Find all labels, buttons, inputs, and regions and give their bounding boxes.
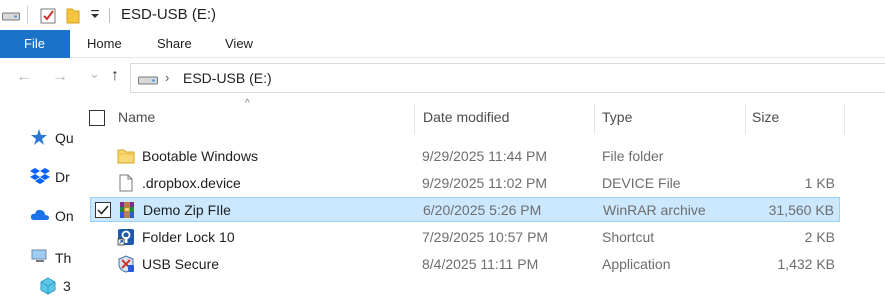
column-header-name[interactable]: Name <box>118 109 155 125</box>
back-arrow-icon[interactable]: ← <box>16 68 32 86</box>
file-date: 7/29/2025 10:57 PM <box>422 229 549 245</box>
file-name: Demo Zip FIle <box>143 202 231 218</box>
file-size: 1,432 KB <box>777 256 835 272</box>
file-name: Bootable Windows <box>142 148 258 164</box>
window-title: ESD-USB (E:) <box>121 6 217 23</box>
file-type: File folder <box>602 148 664 164</box>
column-divider[interactable] <box>414 104 415 134</box>
forward-arrow-icon[interactable]: → <box>52 68 68 86</box>
onedrive-icon <box>30 206 50 225</box>
column-divider[interactable] <box>844 104 845 134</box>
address-bar[interactable]: › ESD-USB (E:) <box>130 63 885 93</box>
file-list: ^ Name Date modified Type Size Bootable … <box>75 98 885 306</box>
title-divider <box>109 8 110 23</box>
tab-home[interactable]: Home <box>87 30 122 58</box>
column-header-size[interactable]: Size <box>752 109 779 125</box>
recent-locations-chevron-icon[interactable]: ⌄ <box>89 66 100 82</box>
title-bar: ESD-USB (E:) <box>0 0 885 30</box>
folder-icon <box>117 147 135 165</box>
breadcrumb-chevron-icon[interactable]: › <box>165 70 169 85</box>
file-type: Application <box>602 256 671 272</box>
drive-icon <box>138 73 158 89</box>
this-pc-icon <box>30 248 50 267</box>
file-size: 1 KB <box>804 175 835 191</box>
file-row[interactable]: .dropbox.device 9/29/2025 11:02 PM DEVIC… <box>90 171 840 196</box>
properties-check-icon[interactable] <box>40 6 56 27</box>
up-arrow-icon[interactable]: ↑ <box>111 67 119 85</box>
column-divider[interactable] <box>745 104 746 134</box>
row-checkbox-checked[interactable] <box>95 202 111 218</box>
folder-lock-icon <box>117 228 135 246</box>
file-type: WinRAR archive <box>603 202 706 218</box>
file-name: Folder Lock 10 <box>142 229 235 245</box>
breadcrumb-item[interactable]: ESD-USB (E:) <box>183 70 272 86</box>
column-header-type[interactable]: Type <box>602 109 632 125</box>
file-date: 8/4/2025 11:11 PM <box>422 256 539 272</box>
file-row[interactable]: Folder Lock 10 7/29/2025 10:57 PM Shortc… <box>90 225 840 250</box>
file-type: DEVICE File <box>602 175 681 191</box>
file-date: 9/29/2025 11:44 PM <box>422 148 548 164</box>
column-header-row: Name Date modified Type Size <box>75 104 845 134</box>
dropbox-icon <box>30 167 50 188</box>
star-icon <box>30 128 48 149</box>
tab-file[interactable]: File <box>0 30 70 58</box>
drive-icon[interactable] <box>2 9 20 25</box>
winrar-icon <box>118 201 136 219</box>
file-size: 2 KB <box>804 229 835 245</box>
file-size: 31,560 KB <box>768 202 834 218</box>
select-all-checkbox[interactable] <box>89 110 105 126</box>
quick-access-divider <box>27 6 28 24</box>
file-row-selected[interactable]: Demo Zip FIle 6/20/2025 5:26 PM WinRAR a… <box>90 197 840 222</box>
file-icon <box>117 174 135 192</box>
usb-secure-icon <box>117 255 135 273</box>
file-name: .dropbox.device <box>142 175 241 191</box>
3d-objects-icon <box>38 276 58 299</box>
ribbon-tabs: File Home Share View <box>0 30 885 58</box>
file-type: Shortcut <box>602 229 655 245</box>
file-date: 6/20/2025 5:26 PM <box>423 202 542 218</box>
new-folder-icon[interactable] <box>66 6 80 27</box>
file-name: USB Secure <box>142 256 220 272</box>
file-row[interactable]: Bootable Windows 9/29/2025 11:44 PM File… <box>90 144 840 169</box>
tab-share[interactable]: Share <box>157 30 192 58</box>
navigation-bar: ← → ⌄ ↑ › ESD-USB (E:) <box>0 58 885 98</box>
file-row[interactable]: USB Secure 8/4/2025 11:11 PM Application… <box>90 252 840 277</box>
file-date: 9/29/2025 11:02 PM <box>422 175 548 191</box>
column-header-date[interactable]: Date modified <box>423 109 509 125</box>
tab-view[interactable]: View <box>225 30 253 58</box>
navigation-pane: Qu Dr On Th 3 <box>0 98 75 306</box>
column-divider[interactable] <box>594 104 595 134</box>
customize-dropdown-icon[interactable] <box>90 8 100 23</box>
